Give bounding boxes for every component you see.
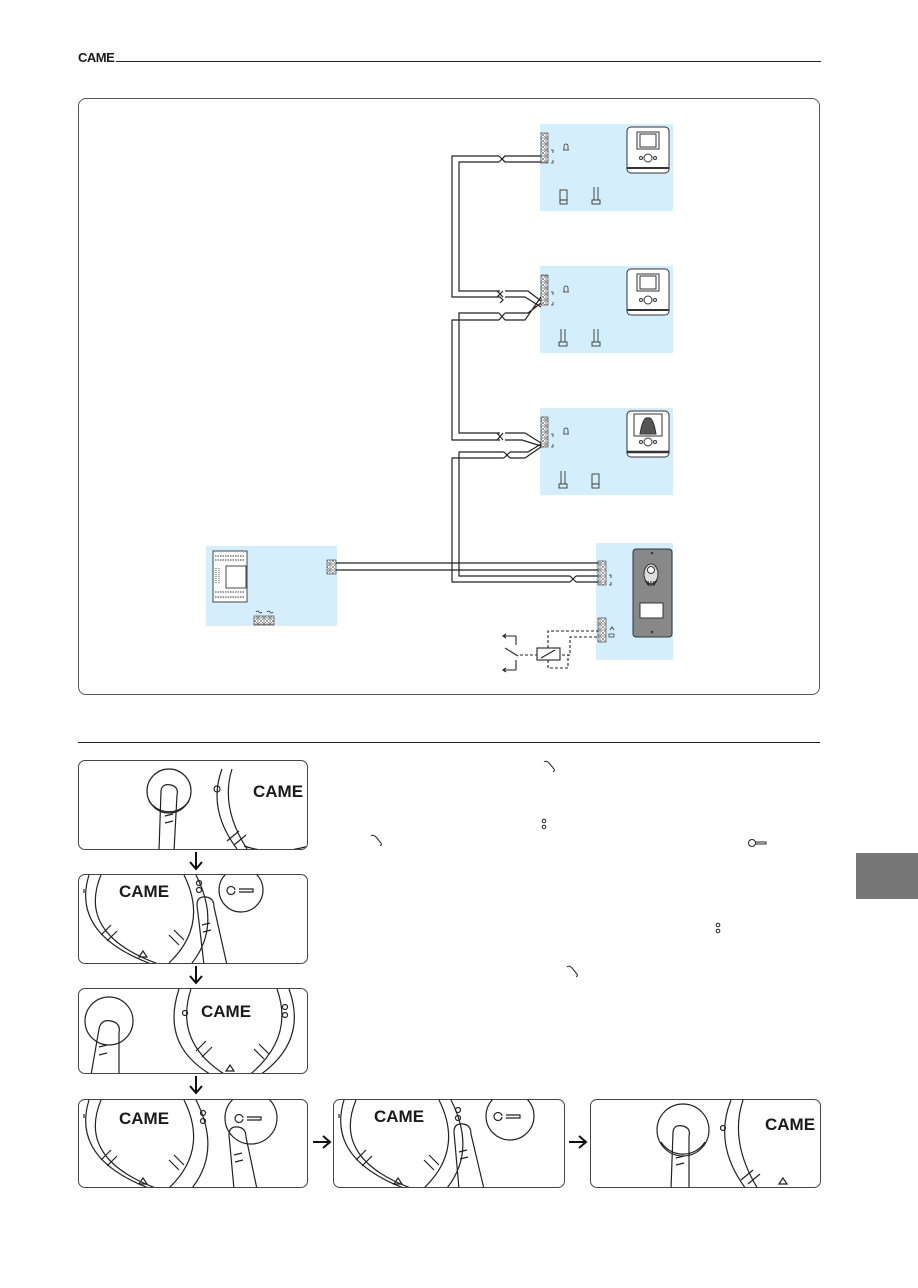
monitor-1-terminal (540, 132, 549, 164)
finger-icon (90, 1020, 120, 1073)
step-panel-1: CAME (78, 760, 308, 850)
came-label: CAME (374, 1107, 424, 1126)
lock-relay (502, 630, 598, 673)
wiring-diagram (206, 124, 673, 673)
arrow-right-icon (313, 1135, 332, 1149)
came-label: CAME (119, 1109, 169, 1128)
key-icon (226, 885, 254, 896)
finger-icon (228, 1126, 258, 1187)
monitor-2-terminal (540, 274, 549, 306)
key-button (224, 1100, 278, 1145)
finger-icon (453, 1123, 485, 1187)
came-label: CAME (765, 1115, 815, 1134)
menu-dots-icon (541, 818, 547, 830)
key-icon (234, 1113, 262, 1124)
power-supply-terminal-ac (253, 615, 275, 626)
section-tab (856, 853, 918, 899)
arrow-down-icon (189, 852, 203, 871)
entry-panel-device (632, 548, 673, 638)
step-panel-6: CAME (590, 1099, 821, 1188)
key-icon (748, 839, 767, 847)
finger-icon (196, 896, 228, 963)
came-label: CAME (253, 782, 303, 801)
came-label: CAME (201, 1002, 251, 1021)
power-supply-terminal-out (326, 559, 337, 575)
entry-panel-terminal-bus (597, 560, 607, 586)
key-button (218, 875, 264, 913)
entry-panel-terminal-lock (597, 617, 607, 643)
monitor-3-terminal (540, 416, 549, 448)
finger-icon (158, 784, 178, 849)
handset-icon (370, 834, 382, 846)
handset-button (656, 1103, 710, 1157)
arrow-down-icon (189, 1076, 203, 1095)
power-supply-device (212, 550, 248, 603)
came-label: CAME (119, 882, 169, 901)
menu-dots-icon (715, 922, 721, 934)
arrow-down-icon (189, 966, 203, 985)
arrow-right-icon (569, 1135, 588, 1149)
monitor-3-device (626, 410, 670, 458)
handset-icon (543, 760, 555, 772)
bus-wires (336, 155, 598, 583)
step-panel-4: CAME (78, 1099, 308, 1188)
monitor-2-device (626, 268, 670, 316)
step-panel-5: CAME (333, 1099, 565, 1188)
section-rule (78, 742, 820, 743)
key-button (485, 1100, 535, 1141)
key-icon (493, 1111, 521, 1122)
monitor-1-device (626, 126, 670, 174)
handset-icon (566, 965, 578, 977)
step-panel-3: CAME (78, 988, 308, 1074)
step-panel-2: CAME (78, 874, 308, 964)
